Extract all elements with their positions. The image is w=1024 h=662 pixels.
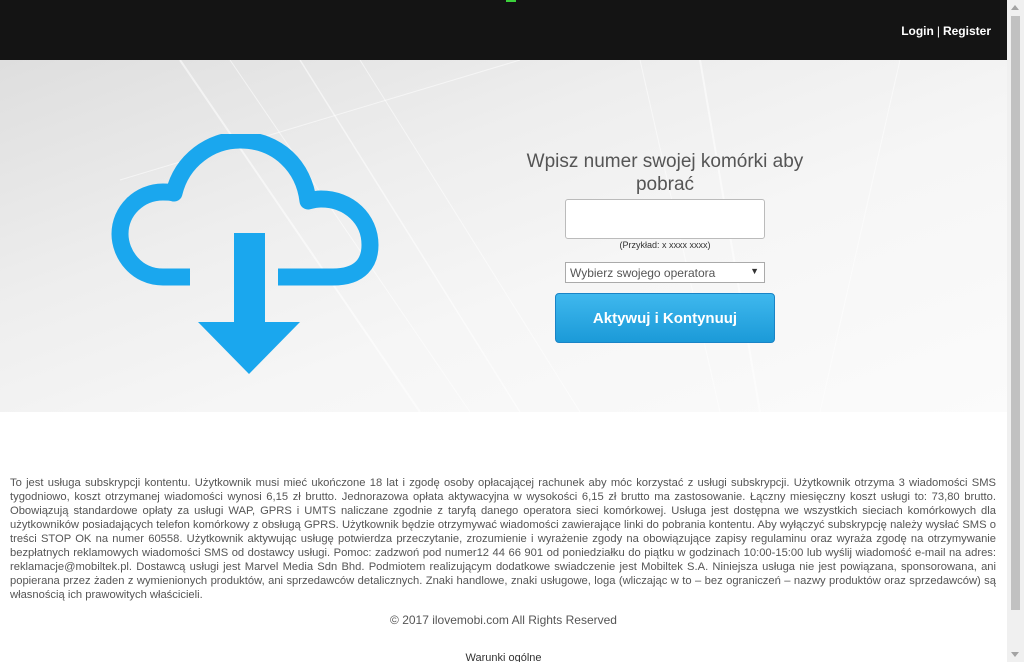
cloud-download-icon — [111, 134, 379, 374]
scroll-up-icon[interactable] — [1011, 5, 1019, 10]
login-link[interactable]: Login — [901, 24, 934, 38]
terms-link[interactable]: Warunki ogólne — [0, 652, 1007, 662]
register-link[interactable]: Register — [943, 24, 991, 38]
hero-section: Wpisz numer swojej komórki aby pobrać (P… — [0, 60, 1007, 412]
operator-selected-value: Wybierz swojego operatora — [570, 266, 716, 280]
terms-text: To jest usługa subskrypcji kontentu. Uży… — [10, 477, 996, 601]
form-title: Wpisz numer swojej komórki aby pobrać — [526, 151, 804, 195]
phone-number-input[interactable] — [565, 199, 765, 239]
activate-continue-button[interactable]: Aktywuj i Kontynuuj — [555, 293, 775, 343]
scrollbar-thumb[interactable] — [1011, 16, 1020, 610]
copyright-text: © 2017 ilovemobi.com All Rights Reserved — [390, 613, 617, 627]
operator-select[interactable]: Wybierz swojego operatora ▼ — [565, 262, 765, 283]
vertical-scrollbar[interactable] — [1007, 0, 1024, 662]
auth-links: Login | Register — [901, 24, 991, 38]
top-accent-mark — [506, 0, 516, 2]
triangle-down-icon: ▼ — [750, 266, 759, 276]
scroll-down-icon[interactable] — [1011, 652, 1019, 657]
auth-separator: | — [936, 24, 940, 38]
top-bar: Login | Register — [0, 0, 1007, 60]
phone-format-hint: (Przykład: x xxxx xxxx) — [619, 240, 711, 250]
